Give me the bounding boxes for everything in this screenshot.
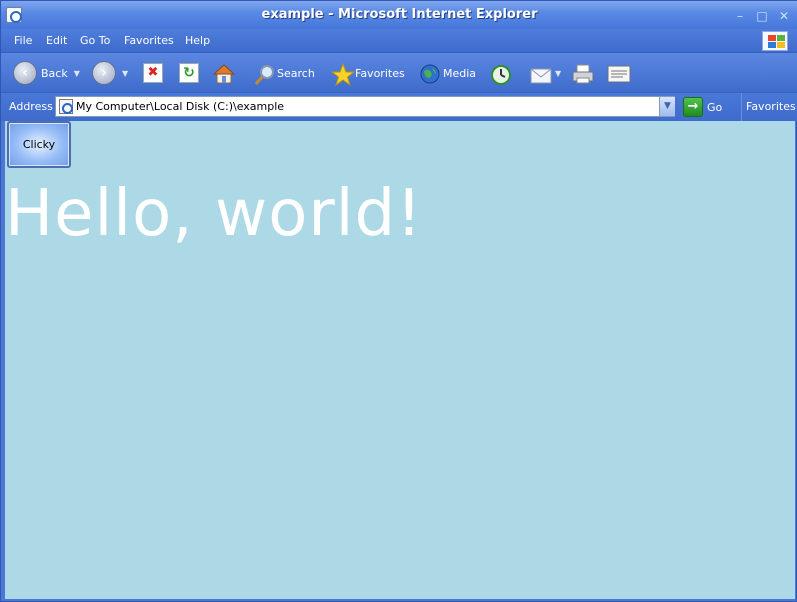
menu-go-to[interactable]: Go To <box>80 34 110 47</box>
print-button[interactable] <box>571 61 594 85</box>
menu-file[interactable]: File <box>14 34 32 47</box>
address-dropdown-icon[interactable]: ▼ <box>659 97 675 116</box>
address-bar: Address My Computer\Local Disk (C:)\exam… <box>1 93 797 121</box>
home-icon <box>212 63 236 84</box>
go-arrow-icon: → <box>683 97 703 117</box>
refresh-button[interactable]: ↻ <box>179 61 199 85</box>
browser-window: example - Microsoft Internet Explorer – … <box>0 0 797 602</box>
favorites-links[interactable]: Favorites <box>741 93 797 121</box>
printer-icon <box>571 63 594 84</box>
back-arrow-icon: ‹ <box>13 61 37 85</box>
address-value: My Computer\Local Disk (C:)\example <box>76 100 285 113</box>
back-button[interactable]: ‹ Back ▼ <box>13 61 80 85</box>
search-icon <box>253 63 274 85</box>
favorites-button[interactable]: Favorites <box>330 61 405 87</box>
stop-button[interactable]: ✖ <box>143 61 163 85</box>
history-button[interactable] <box>489 61 511 85</box>
history-icon <box>489 63 511 85</box>
go-label: Go <box>707 100 723 114</box>
close-button[interactable]: ✕ <box>777 9 791 23</box>
home-button[interactable] <box>212 61 236 85</box>
address-label: Address <box>9 100 53 113</box>
star-icon <box>330 62 356 87</box>
media-globe-icon <box>419 63 440 84</box>
back-label: Back <box>41 66 68 80</box>
forward-button[interactable]: › ▼ <box>92 61 128 85</box>
edit-button[interactable] <box>607 61 631 85</box>
menu-favorites[interactable]: Favorites <box>124 34 174 47</box>
clicky-button[interactable]: Clicky <box>7 121 71 168</box>
title-bar: example - Microsoft Internet Explorer – … <box>1 1 797 29</box>
media-button[interactable]: Media <box>419 61 476 85</box>
menu-bar: File Edit Go To Favorites Help <box>1 29 797 53</box>
mail-icon <box>529 63 552 84</box>
minimize-button[interactable]: – <box>733 9 747 23</box>
refresh-icon: ↻ <box>179 63 199 83</box>
menu-edit[interactable]: Edit <box>46 34 67 47</box>
edit-document-icon <box>607 63 631 83</box>
window-title: example - Microsoft Internet Explorer <box>261 7 538 22</box>
favorites-label: Favorites <box>355 66 405 80</box>
go-button[interactable]: → Go <box>683 97 722 117</box>
windows-logo-icon <box>762 31 788 51</box>
maximize-button[interactable]: □ <box>755 9 769 23</box>
search-label: Search <box>277 66 315 80</box>
mail-dropdown-icon[interactable]: ▼ <box>555 69 561 78</box>
mail-button[interactable]: ▼ <box>529 61 561 85</box>
address-page-icon <box>59 99 73 114</box>
toolbar: ‹ Back ▼ › ▼ ✖ ↻ Search Favorites Media … <box>1 53 797 93</box>
page-content: Clicky Hello, world! <box>5 121 795 599</box>
menu-help[interactable]: Help <box>185 34 210 47</box>
media-label: Media <box>443 66 477 80</box>
search-button[interactable]: Search <box>253 61 315 85</box>
address-input[interactable]: My Computer\Local Disk (C:)\example <box>55 96 675 117</box>
stop-icon: ✖ <box>143 63 163 83</box>
hello-heading: Hello, world! <box>5 177 423 251</box>
back-dropdown-icon[interactable]: ▼ <box>74 69 80 78</box>
forward-arrow-icon: › <box>92 61 116 85</box>
forward-dropdown-icon[interactable]: ▼ <box>122 69 128 78</box>
